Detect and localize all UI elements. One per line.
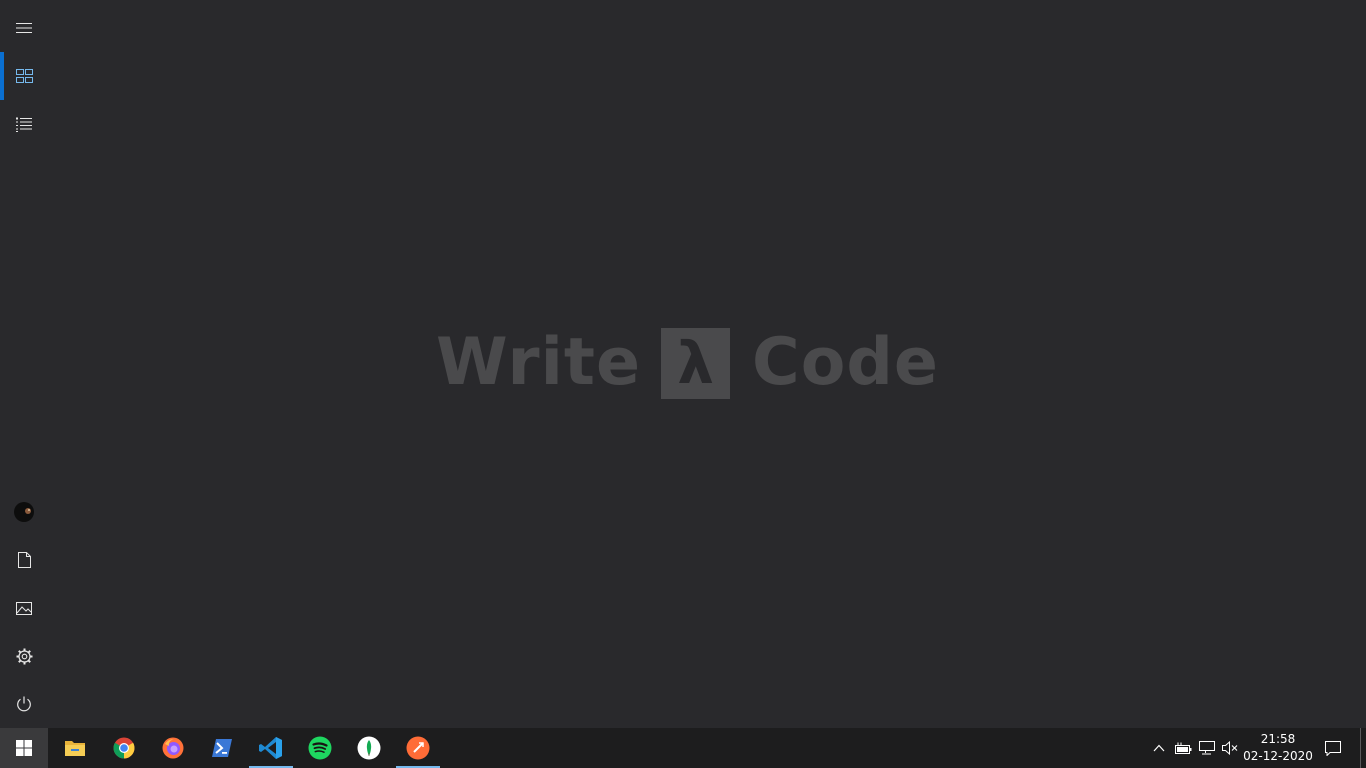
start-menu-rail bbox=[0, 0, 48, 728]
volume-muted-icon bbox=[1222, 741, 1238, 755]
start-menu-screen: Write λ Code 21:58 02-12-2020 bbox=[0, 0, 1366, 768]
battery-tray-button[interactable] bbox=[1171, 728, 1195, 768]
show-desktop-button[interactable] bbox=[1360, 728, 1366, 768]
battery-icon bbox=[1174, 742, 1191, 754]
documents-button[interactable] bbox=[0, 536, 48, 584]
powershell-icon bbox=[212, 739, 232, 757]
action-center-button[interactable] bbox=[1318, 728, 1348, 768]
lambda-box: λ bbox=[661, 327, 731, 399]
logo-right-word: Code bbox=[752, 325, 940, 400]
user-avatar bbox=[14, 502, 34, 522]
firefox-icon bbox=[162, 737, 184, 759]
taskbar-spotify[interactable] bbox=[296, 728, 344, 768]
taskbar-file-explorer[interactable] bbox=[51, 728, 99, 768]
network-icon bbox=[1198, 741, 1215, 755]
taskbar-vscode[interactable] bbox=[247, 728, 295, 768]
pictures-button[interactable] bbox=[0, 584, 48, 632]
menu-icon bbox=[16, 23, 32, 33]
documents-icon bbox=[17, 552, 31, 568]
file-explorer-icon bbox=[65, 741, 85, 756]
write-code-logo: Write λ Code bbox=[436, 327, 939, 399]
taskbar-mongodb-compass[interactable] bbox=[345, 728, 393, 768]
power-button[interactable] bbox=[0, 680, 48, 728]
spotify-icon bbox=[308, 736, 332, 760]
windows-logo-icon bbox=[16, 740, 32, 756]
all-apps-button[interactable] bbox=[0, 100, 48, 148]
postman-icon bbox=[406, 736, 430, 760]
taskbar-clock[interactable]: 21:58 02-12-2020 bbox=[1240, 728, 1316, 768]
mongodb-compass-icon bbox=[357, 736, 381, 760]
clock-date: 02-12-2020 bbox=[1243, 749, 1313, 763]
volume-tray-button[interactable] bbox=[1218, 728, 1242, 768]
tiles-icon bbox=[15, 69, 33, 83]
taskbar-chrome[interactable] bbox=[100, 728, 148, 768]
show-hidden-icons-button[interactable] bbox=[1147, 728, 1171, 768]
chevron-up-icon bbox=[1153, 744, 1165, 752]
notification-icon bbox=[1325, 740, 1341, 756]
power-icon bbox=[17, 696, 31, 712]
user-account-button[interactable] bbox=[0, 488, 48, 536]
taskbar-powershell[interactable] bbox=[198, 728, 246, 768]
network-tray-button[interactable] bbox=[1195, 728, 1219, 768]
settings-gear-icon bbox=[16, 648, 32, 664]
chrome-icon bbox=[113, 737, 135, 759]
clock-time: 21:58 bbox=[1260, 732, 1296, 746]
settings-button[interactable] bbox=[0, 632, 48, 680]
vscode-icon bbox=[259, 737, 282, 759]
pictures-icon bbox=[16, 601, 32, 615]
taskbar: 21:58 02-12-2020 bbox=[0, 728, 1366, 768]
start-button[interactable] bbox=[0, 728, 48, 768]
logo-left-word: Write bbox=[436, 325, 642, 400]
taskbar-firefox[interactable] bbox=[149, 728, 197, 768]
hamburger-menu-button[interactable] bbox=[0, 4, 48, 52]
all-apps-list-icon bbox=[16, 117, 32, 132]
lambda-symbol: λ bbox=[677, 329, 714, 397]
pinned-tiles-button[interactable] bbox=[0, 52, 48, 100]
taskbar-postman[interactable] bbox=[394, 728, 442, 768]
